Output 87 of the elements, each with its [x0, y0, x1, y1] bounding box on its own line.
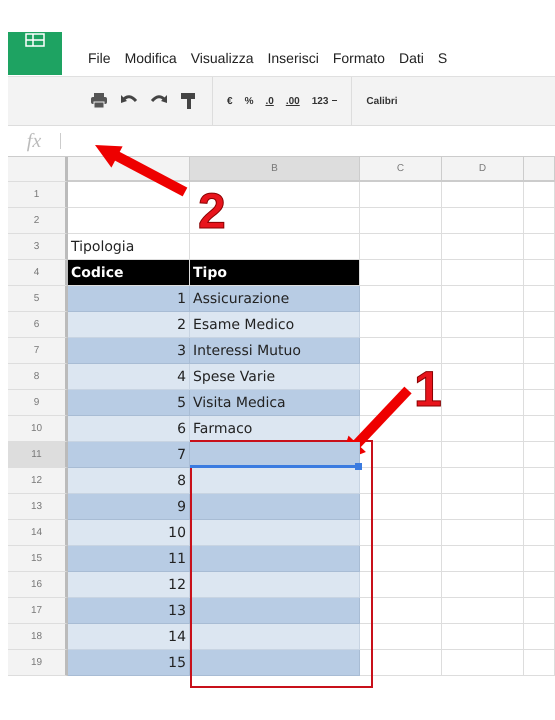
paint-roller-icon[interactable]: [180, 92, 198, 110]
table-cell: [524, 442, 555, 468]
menu-item[interactable]: Inserisci: [267, 50, 319, 66]
row-header[interactable]: 3: [8, 234, 68, 260]
row-header[interactable]: 19: [8, 650, 68, 676]
table-cell: [524, 208, 555, 234]
table-cell: 12: [68, 572, 190, 598]
row-header[interactable]: 11: [8, 442, 68, 468]
row-header[interactable]: 1: [8, 182, 68, 208]
table-cell: Esame Medico: [190, 312, 360, 338]
row-header[interactable]: 16: [8, 572, 68, 598]
row-header[interactable]: 6: [8, 312, 68, 338]
table-cell: 3: [68, 338, 190, 364]
table-cell: 1: [68, 286, 190, 312]
table-cell: [524, 520, 555, 546]
table-cell: Farmaco: [190, 416, 360, 442]
column-header[interactable]: C: [360, 157, 442, 182]
active-cell[interactable]: [190, 442, 360, 468]
table-cell: [524, 364, 555, 390]
row-header[interactable]: 12: [8, 468, 68, 494]
table-cell: 6: [68, 416, 190, 442]
table-cell: [524, 234, 555, 260]
format-button[interactable]: %: [244, 96, 254, 106]
grid-icon[interactable]: [25, 33, 45, 47]
table-cell: 13: [68, 598, 190, 624]
menu-item[interactable]: Modifica: [124, 50, 177, 66]
sheets-logo-icon[interactable]: [8, 32, 62, 75]
table-cell: 2: [68, 312, 190, 338]
table-cell: 7: [68, 442, 190, 468]
table-cell: [524, 650, 555, 676]
table-cell: Interessi Mutuo: [190, 338, 360, 364]
row-header[interactable]: 8: [8, 364, 68, 390]
row-header[interactable]: 9: [8, 390, 68, 416]
table-cell: [524, 416, 555, 442]
table-cell: Codice: [68, 260, 190, 286]
row-header[interactable]: 7: [8, 338, 68, 364]
table-cell: [524, 338, 555, 364]
row-header[interactable]: 17: [8, 598, 68, 624]
table-cell: [524, 468, 555, 494]
fill-handle[interactable]: [355, 463, 362, 470]
table-cell: [524, 182, 555, 208]
table-cell: [524, 572, 555, 598]
column-header[interactable]: B: [190, 157, 360, 182]
row-header[interactable]: 2: [8, 208, 68, 234]
table-cell: [524, 312, 555, 338]
table-cell: [524, 624, 555, 650]
row-header[interactable]: 13: [8, 494, 68, 520]
font-dropdown[interactable]: Calibri: [366, 96, 398, 106]
table-cell: [524, 546, 555, 572]
table-cell: [524, 494, 555, 520]
table-cell: 4: [68, 364, 190, 390]
row-header[interactable]: 5: [8, 286, 68, 312]
table-cell: 14: [68, 624, 190, 650]
table-cell: 10: [68, 520, 190, 546]
table-cell: Spese Varie: [190, 364, 360, 390]
table-cell: 11: [68, 546, 190, 572]
table-cell: [524, 260, 555, 286]
callout-number: 2: [198, 186, 226, 236]
menu-item[interactable]: Formato: [332, 50, 385, 66]
menu-item[interactable]: Dati: [398, 50, 424, 66]
table-cell: Visita Medica: [190, 390, 360, 416]
row-header[interactable]: 10: [8, 416, 68, 442]
menu-item[interactable]: Visualizza: [190, 50, 254, 66]
select-all-corner[interactable]: [8, 157, 68, 182]
decimal-button[interactable]: .00: [286, 96, 300, 106]
table-cell: Assicurazione: [190, 286, 360, 312]
row-header[interactable]: 4: [8, 260, 68, 286]
row-header[interactable]: 15: [8, 546, 68, 572]
row-header[interactable]: 14: [8, 520, 68, 546]
row-header[interactable]: 18: [8, 624, 68, 650]
table-cell: 5: [68, 390, 190, 416]
column-header[interactable]: D: [442, 157, 524, 182]
format-button[interactable]: €: [227, 96, 233, 106]
table-cell: [524, 390, 555, 416]
formula-label: fx: [26, 130, 42, 152]
table-cell: 15: [68, 650, 190, 676]
table-cell: Tipo: [190, 260, 360, 286]
table-cell: 8: [68, 468, 190, 494]
decimal-button[interactable]: .0: [265, 96, 274, 106]
callout-number: 1: [414, 364, 442, 414]
table-cell: 9: [68, 494, 190, 520]
number-format-dropdown[interactable]: 123: [312, 96, 338, 106]
menu-item[interactable]: File: [88, 50, 111, 66]
menu-item[interactable]: S: [438, 50, 448, 66]
table-cell: [524, 286, 555, 312]
table-cell: [524, 598, 555, 624]
print-icon[interactable]: [90, 92, 108, 110]
